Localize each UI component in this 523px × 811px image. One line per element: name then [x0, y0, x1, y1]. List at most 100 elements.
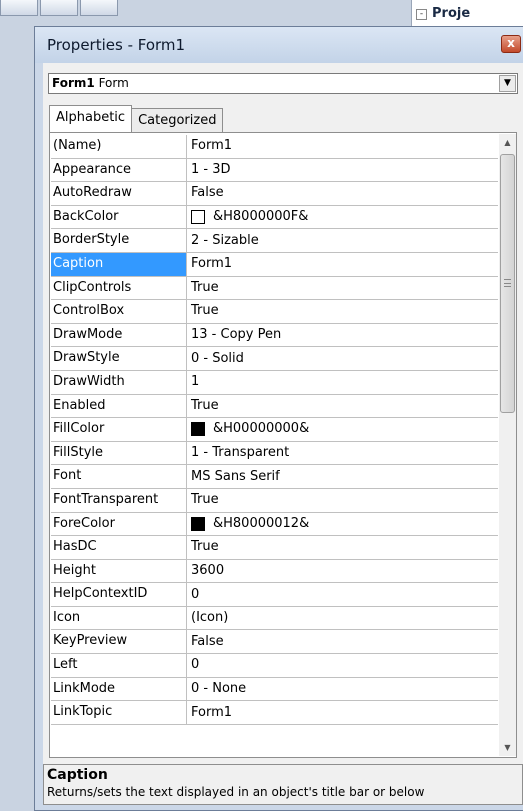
table-row[interactable]: FillColor &H00000000& [51, 418, 498, 442]
properties-titlebar[interactable]: Properties - Form1 x [35, 27, 523, 63]
property-name[interactable]: DrawWidth [51, 370, 187, 394]
close-icon: x [507, 36, 515, 50]
property-tabs: Alphabetic Categorized [49, 105, 224, 132]
table-row[interactable]: LinkMode 0 - None [51, 677, 498, 702]
chevron-down-icon[interactable]: ▼ [499, 75, 516, 92]
property-value[interactable]: (Icon) [187, 607, 498, 630]
property-name[interactable]: BorderStyle [51, 229, 187, 252]
table-row[interactable]: DrawMode 13 - Copy Pen [51, 323, 498, 348]
table-row[interactable]: KeyPreview False [51, 630, 498, 655]
property-name[interactable]: FillColor [51, 418, 187, 441]
property-name[interactable]: Caption [51, 252, 187, 276]
property-name[interactable]: Left [51, 654, 187, 677]
close-button[interactable]: x [501, 35, 521, 53]
property-name[interactable]: Appearance [51, 158, 187, 182]
property-value[interactable]: 13 - Copy Pen [187, 324, 498, 347]
toolbar-button[interactable] [40, 0, 78, 16]
table-row[interactable]: Caption Form1 [51, 252, 498, 277]
table-row[interactable]: Font MS Sans Serif [51, 465, 498, 489]
table-row[interactable]: DrawStyle 0 - Solid [51, 347, 498, 371]
table-row[interactable]: Left 0 [51, 654, 498, 678]
table-row[interactable]: LinkTopic Form1 [51, 701, 498, 725]
property-value[interactable]: Form1 [187, 135, 498, 158]
property-value-text: 0 - None [191, 680, 247, 696]
table-row[interactable]: ControlBox True [51, 300, 498, 324]
table-row[interactable]: FillStyle 1 - Transparent [51, 441, 498, 466]
table-row[interactable]: BackColor &H8000000F& [51, 205, 498, 230]
property-name[interactable]: Height [51, 559, 187, 583]
property-value[interactable]: True [187, 300, 498, 323]
property-name[interactable]: ControlBox [51, 300, 187, 323]
property-value-text: False [191, 185, 224, 201]
property-value[interactable]: True [187, 395, 498, 418]
table-row[interactable]: DrawWidth 1 [51, 370, 498, 395]
property-name[interactable]: (Name) [51, 135, 187, 158]
property-value[interactable]: 2 - Sizable [187, 229, 498, 252]
property-name[interactable]: HelpContextID [51, 583, 187, 606]
property-value[interactable]: &H8000000F& [187, 206, 498, 229]
property-name[interactable]: FontTransparent [51, 488, 187, 512]
table-row[interactable]: Icon (Icon) [51, 606, 498, 631]
property-value-text: 0 [191, 586, 200, 602]
property-value[interactable]: Form1 [187, 253, 498, 276]
property-value[interactable]: False [187, 182, 498, 205]
property-value[interactable]: 0 [187, 654, 498, 677]
scroll-up-icon[interactable]: ▲ [499, 134, 516, 151]
property-name[interactable]: Icon [51, 606, 187, 630]
property-name[interactable]: AutoRedraw [51, 182, 187, 205]
property-value[interactable]: 0 - None [187, 678, 498, 701]
toolbar-button[interactable] [0, 0, 38, 16]
property-value[interactable]: False [187, 630, 498, 653]
table-row[interactable]: HelpContextID 0 [51, 583, 498, 607]
table-row[interactable]: Height 3600 [51, 559, 498, 584]
property-value[interactable]: 1 [187, 371, 498, 394]
scroll-thumb[interactable] [500, 154, 515, 413]
property-value[interactable]: True [187, 277, 498, 300]
table-row[interactable]: FontTransparent True [51, 488, 498, 513]
property-name[interactable]: LinkTopic [51, 701, 187, 724]
property-name[interactable]: ClipControls [51, 276, 187, 300]
window-title: Properties - Form1 [47, 36, 186, 54]
property-value[interactable]: &H00000000& [187, 418, 498, 441]
property-value[interactable]: 3600 [187, 560, 498, 583]
toolbar-button[interactable] [80, 0, 118, 16]
vertical-scrollbar[interactable]: ▲ ▼ [499, 134, 516, 756]
table-row[interactable]: ForeColor &H80000012& [51, 512, 498, 537]
property-value-text: (Icon) [191, 610, 229, 626]
property-name[interactable]: DrawStyle [51, 347, 187, 370]
table-row[interactable]: ClipControls True [51, 276, 498, 301]
table-row[interactable]: BorderStyle 2 - Sizable [51, 229, 498, 253]
property-value[interactable]: True [187, 536, 498, 559]
property-name[interactable]: HasDC [51, 536, 187, 559]
property-value[interactable]: True [187, 489, 498, 512]
property-name[interactable]: LinkMode [51, 677, 187, 701]
scroll-down-icon[interactable]: ▼ [499, 739, 516, 756]
property-value[interactable]: 1 - Transparent [187, 442, 498, 465]
property-value[interactable]: &H80000012& [187, 513, 498, 536]
property-name[interactable]: FillStyle [51, 441, 187, 465]
tab-alphabetic[interactable]: Alphabetic [49, 105, 133, 132]
property-value-text: &H8000000F& [213, 209, 309, 225]
property-name[interactable]: Font [51, 465, 187, 488]
property-value[interactable]: 0 - Solid [187, 347, 498, 370]
property-name[interactable]: KeyPreview [51, 630, 187, 654]
property-name[interactable]: DrawMode [51, 323, 187, 347]
table-row[interactable]: AutoRedraw False [51, 182, 498, 206]
project-explorer-label: Proje [432, 6, 471, 21]
table-row[interactable]: Appearance 1 - 3D [51, 158, 498, 183]
property-name[interactable]: BackColor [51, 205, 187, 229]
property-value[interactable]: 0 [187, 583, 498, 606]
table-row[interactable]: HasDC True [51, 536, 498, 560]
property-value[interactable]: MS Sans Serif [187, 465, 498, 488]
property-name[interactable]: Enabled [51, 394, 187, 418]
property-value[interactable]: 1 - 3D [187, 159, 498, 182]
property-value-text: MS Sans Serif [191, 468, 280, 484]
table-row[interactable]: (Name) Form1 [51, 135, 498, 159]
object-selector-dropdown[interactable]: Form1 Form ▼ [48, 73, 518, 94]
property-name[interactable]: ForeColor [51, 512, 187, 536]
tree-collapse-icon[interactable]: - [416, 9, 427, 20]
property-value[interactable]: Form1 [187, 701, 498, 724]
tab-categorized[interactable]: Categorized [131, 108, 224, 132]
table-row[interactable]: Enabled True [51, 394, 498, 419]
description-text: Returns/sets the text displayed in an ob… [47, 785, 425, 799]
